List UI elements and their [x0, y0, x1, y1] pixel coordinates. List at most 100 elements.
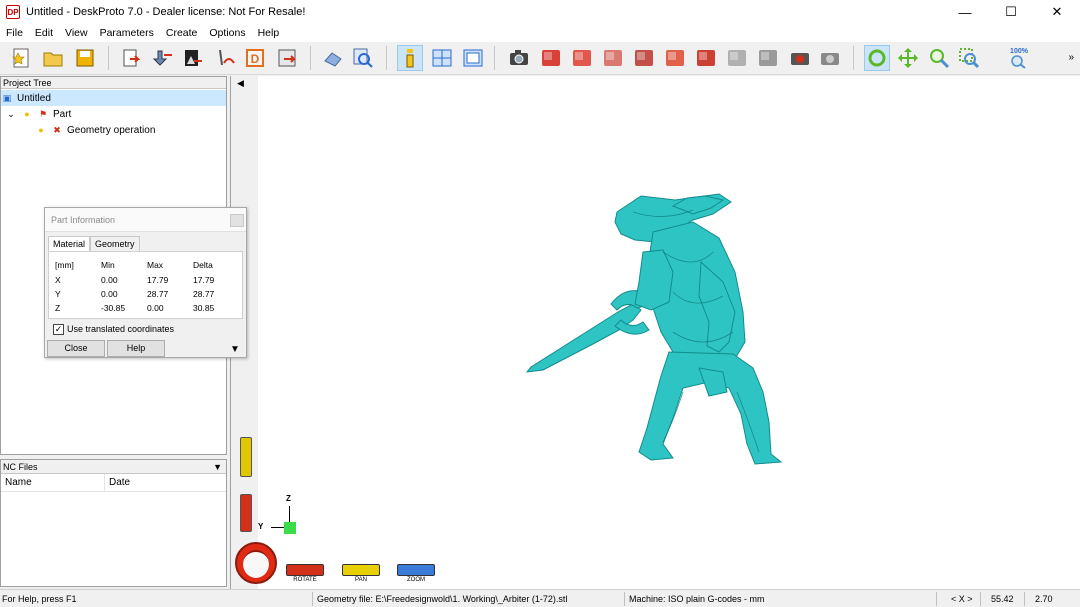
table-cell: Y — [55, 289, 61, 299]
window-title: Untitled - DeskProto 7.0 - Dealer licens… — [26, 6, 306, 18]
zoom-window-icon[interactable] — [956, 45, 982, 71]
camera-red-icon[interactable] — [787, 45, 813, 71]
view-iso-gray-icon[interactable] — [724, 45, 750, 71]
tree-geometry-label: Geometry operation — [67, 124, 156, 136]
part-icon: ⚑ — [38, 108, 48, 119]
window-view-icon[interactable] — [460, 45, 486, 71]
axis-z-label: Z — [286, 494, 291, 503]
3d-viewport[interactable]: ◀ ROTATE PAN ZOOM Z Y — [230, 76, 1080, 589]
table-cell: X — [55, 275, 61, 285]
dialog-title-bar[interactable]: Part Information — [45, 208, 246, 232]
tree-item-untitled[interactable]: ▣ Untitled — [1, 90, 226, 106]
table-cell: 0.00 — [101, 275, 118, 285]
axis-y-label: Y — [258, 522, 264, 531]
erase-icon[interactable] — [320, 45, 346, 71]
close-button[interactable]: Close — [47, 340, 105, 357]
tree-part-label: Part — [53, 108, 72, 120]
rotate-tool-icon[interactable] — [864, 45, 890, 71]
yellow-slider[interactable] — [240, 437, 252, 477]
chevron-down-icon[interactable]: ▼ — [213, 460, 222, 474]
status-value-1: 55.42 — [991, 594, 1014, 604]
new-project-icon[interactable] — [8, 45, 34, 71]
expand-down-icon[interactable]: ▼ — [230, 344, 240, 355]
close-window-button[interactable]: ✕ — [1034, 0, 1080, 24]
status-axis: < X > — [951, 594, 973, 604]
title-bar: DP Untitled - DeskProto 7.0 - Dealer lic… — [0, 0, 1080, 24]
chevron-down-icon[interactable]: ⌄ — [5, 108, 17, 120]
export-icon[interactable] — [274, 45, 300, 71]
menu-view[interactable]: View — [59, 27, 94, 39]
view-top-icon[interactable] — [600, 45, 626, 71]
tree-item-part[interactable]: ⌄ ● ⚑ Part — [5, 106, 71, 122]
rotate-knob[interactable] — [235, 542, 277, 584]
view-back-icon[interactable] — [693, 45, 719, 71]
view-gray-icon[interactable] — [755, 45, 781, 71]
tab-geometry[interactable]: Geometry — [90, 236, 140, 251]
help-button[interactable]: Help — [107, 340, 165, 357]
load-geometry-icon[interactable] — [118, 45, 144, 71]
menu-file[interactable]: File — [0, 27, 29, 39]
axis-z-line — [289, 506, 290, 522]
menu-create[interactable]: Create — [160, 27, 204, 39]
view-iso-red-icon[interactable] — [538, 45, 564, 71]
table-header-min: Min — [101, 260, 115, 270]
minimize-button[interactable]: — — [942, 0, 988, 24]
toolbar: D 100% » — [0, 42, 1080, 75]
zoom-100-icon[interactable]: 100% — [1006, 45, 1032, 71]
camera-gray-icon[interactable] — [817, 45, 843, 71]
zoom-label: ZOOM — [407, 577, 425, 583]
dialog-title: Part Information — [51, 215, 116, 225]
rotate-control[interactable] — [286, 564, 324, 576]
menu-help[interactable]: Help — [252, 27, 286, 39]
table-cell: -30.85 — [101, 303, 126, 313]
tree-item-geometry-operation[interactable]: ● ✖ Geometry operation — [35, 122, 155, 138]
load-bitmap-icon[interactable] — [180, 45, 206, 71]
nc-files-panel: NC Files ▼ Name Date — [0, 459, 227, 587]
load-vector-icon[interactable] — [212, 45, 238, 71]
table-cell: 17.79 — [147, 275, 169, 285]
camera-view-icon[interactable] — [506, 45, 532, 71]
red-slider[interactable] — [240, 494, 252, 532]
geometry-operation-icon: ✖ — [53, 124, 61, 135]
project-icon: ▣ — [2, 92, 12, 103]
table-cell: 28.77 — [147, 289, 169, 299]
import-part-icon[interactable] — [150, 45, 176, 71]
menu-parameters[interactable]: Parameters — [94, 27, 160, 39]
tab-material[interactable]: Material — [48, 236, 91, 251]
inspect-zoom-icon[interactable] — [350, 45, 376, 71]
lightbulb-icon[interactable]: ● — [35, 124, 47, 136]
view-right-icon[interactable] — [662, 45, 688, 71]
project-tree-header: Project Tree — [1, 77, 226, 89]
axis-origin-marker — [284, 522, 296, 534]
zoom-tool-icon[interactable] — [926, 45, 952, 71]
nc-column-date[interactable]: Date — [105, 474, 130, 491]
collapse-arrow-icon[interactable]: ◀ — [237, 78, 244, 89]
save-icon[interactable] — [72, 45, 98, 71]
table-cell: 0.00 — [147, 303, 164, 313]
zoom-control[interactable] — [397, 564, 435, 576]
table-header-delta: Delta — [193, 260, 213, 270]
design-icon[interactable]: D — [242, 45, 268, 71]
toolbar-overflow-button[interactable]: » — [1068, 52, 1074, 63]
svg-text:D: D — [251, 52, 260, 66]
zoom-100-label: 100% — [1010, 47, 1028, 55]
status-help: For Help, press F1 — [2, 594, 77, 604]
menu-edit[interactable]: Edit — [29, 27, 59, 39]
pan-tool-icon[interactable] — [895, 45, 921, 71]
view-front-red-icon[interactable] — [569, 45, 595, 71]
part-information-dialog: Part Information Material Geometry [mm] … — [44, 207, 247, 358]
status-geometry-file: Geometry file: E:\Freedesignwold\1. Work… — [317, 594, 568, 604]
lightbulb-icon[interactable]: ● — [21, 108, 33, 120]
maximize-button[interactable]: ☐ — [988, 0, 1034, 24]
nc-column-name[interactable]: Name — [1, 474, 105, 491]
part-information-icon[interactable] — [397, 45, 423, 71]
status-value-2: 2.70 — [1035, 594, 1053, 604]
layout-view-icon[interactable] — [429, 45, 455, 71]
translated-coordinates-checkbox[interactable]: ✓ — [53, 324, 64, 335]
close-icon[interactable] — [230, 214, 244, 227]
view-left-icon[interactable] — [631, 45, 657, 71]
pan-control[interactable] — [342, 564, 380, 576]
open-folder-icon[interactable] — [40, 45, 66, 71]
menu-options[interactable]: Options — [203, 27, 251, 39]
app-logo-icon: DP — [6, 5, 20, 19]
